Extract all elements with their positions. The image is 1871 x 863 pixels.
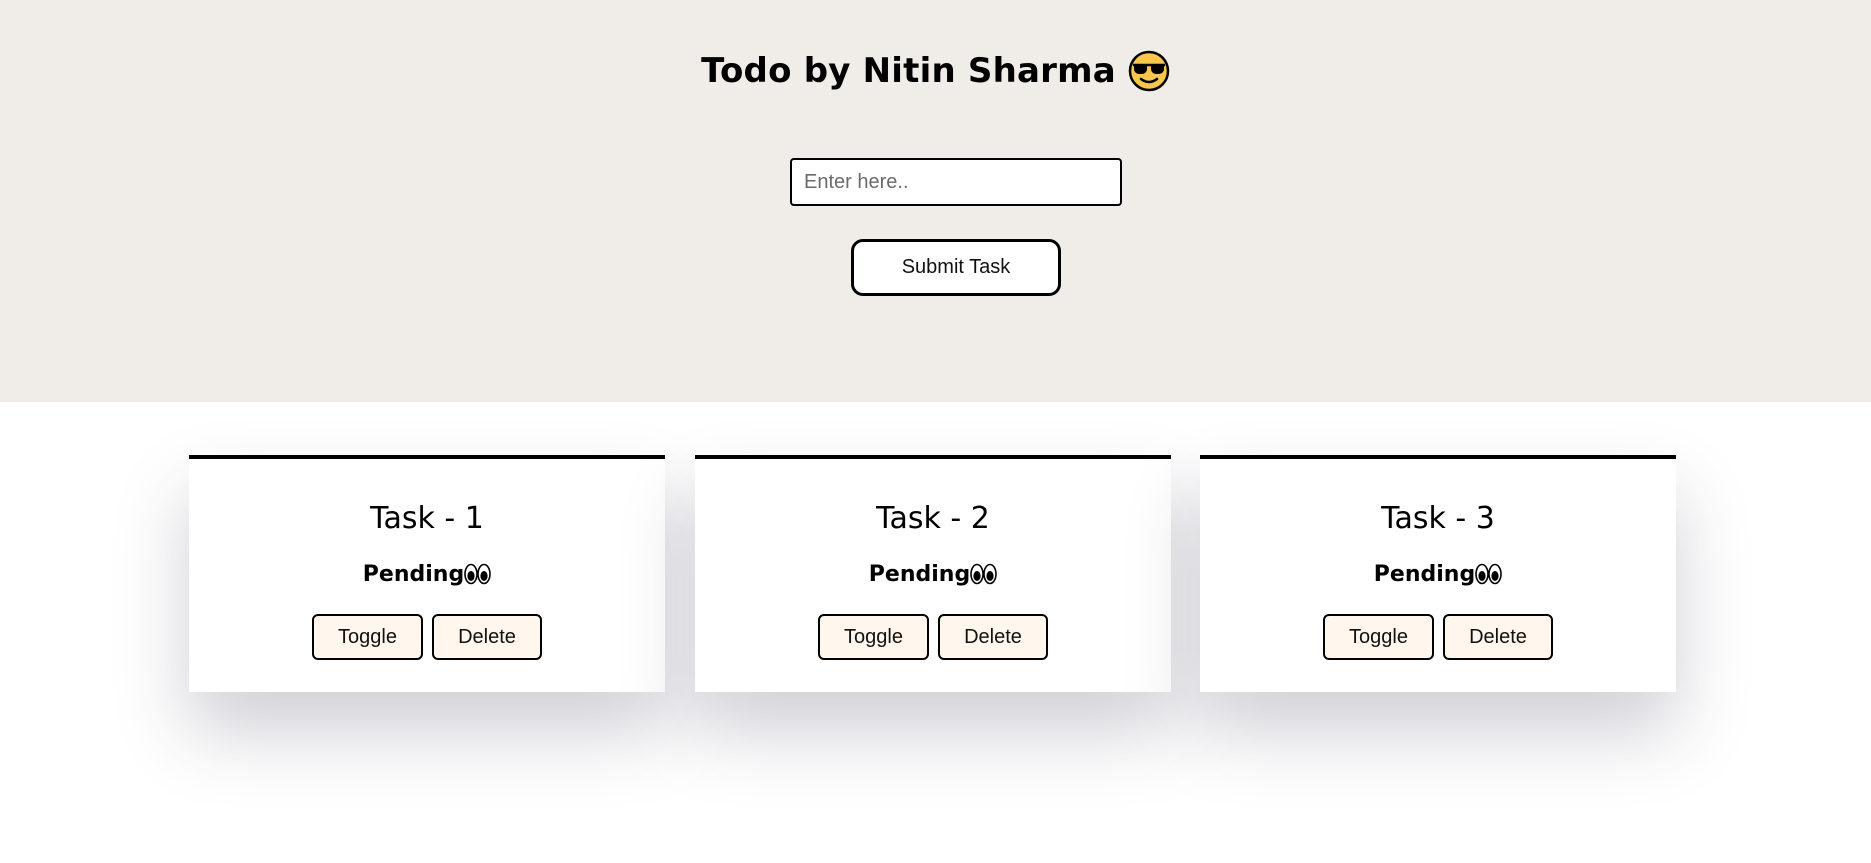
task-status: Pending [189,562,665,587]
task-title: Task - 2 [876,501,990,536]
task-list: Task - 1 Pending Toggle Delete Task - 2 … [189,455,1676,692]
task-input[interactable] [790,158,1122,206]
delete-button[interactable]: Delete [938,614,1048,660]
task-status-label: Pending [1373,562,1476,587]
task-card: Task - 2 Pending Toggle Delete [695,455,1171,692]
title-row: Todo by Nitin Sharma [0,50,1871,92]
task-status-label: Pending [362,562,465,587]
task-actions: Toggle Delete [189,614,665,660]
sunglasses-face-icon [1128,50,1170,92]
task-title: Task - 3 [1381,501,1495,536]
task-title: Task - 1 [370,501,484,536]
submit-task-button[interactable]: Submit Task [851,239,1061,296]
header-section: Todo by Nitin Sharma Submit Task [0,0,1871,402]
task-status: Pending [695,562,1171,587]
eyes-icon [1475,563,1503,585]
toggle-button[interactable]: Toggle [818,614,929,660]
toggle-button[interactable]: Toggle [312,614,423,660]
task-actions: Toggle Delete [695,614,1171,660]
eyes-icon [464,563,492,585]
task-status-label: Pending [868,562,971,587]
task-status: Pending [1200,562,1676,587]
delete-button[interactable]: Delete [1443,614,1553,660]
toggle-button[interactable]: Toggle [1323,614,1434,660]
task-card: Task - 1 Pending Toggle Delete [189,455,665,692]
page-title: Todo by Nitin Sharma [701,51,1116,91]
eyes-icon [970,563,998,585]
delete-button[interactable]: Delete [432,614,542,660]
task-card: Task - 3 Pending Toggle Delete [1200,455,1676,692]
task-actions: Toggle Delete [1200,614,1676,660]
